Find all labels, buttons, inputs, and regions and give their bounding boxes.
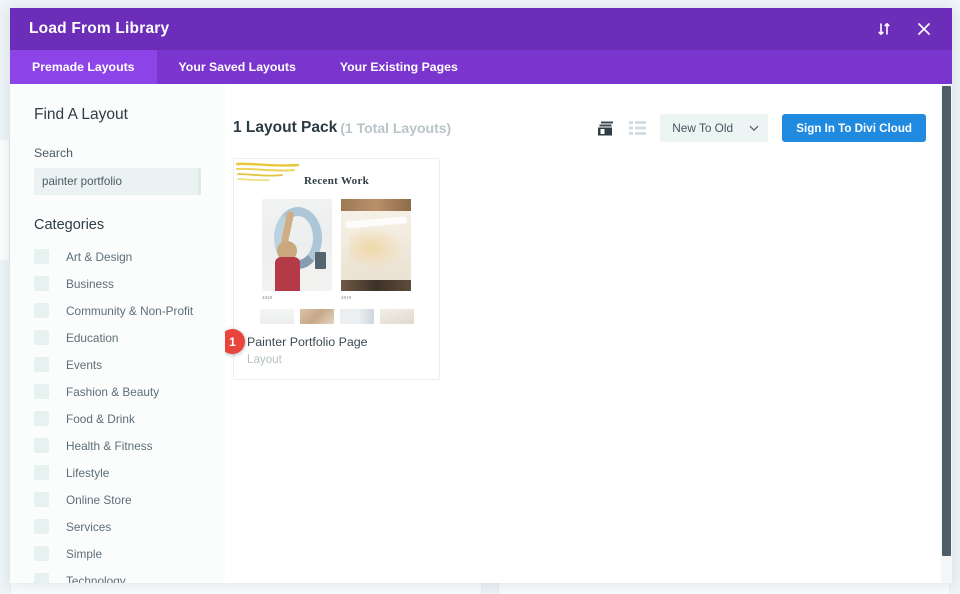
search-label: Search	[34, 146, 225, 160]
preview-artwork-row	[234, 199, 439, 291]
category-list: Art & Design Business Community & Non-Pr…	[24, 243, 225, 583]
sort-order-select[interactable]: New To Old	[660, 114, 768, 142]
preview-artwork-1	[262, 199, 332, 291]
brushstroke-decoration-icon	[236, 161, 302, 187]
category-item-food-drink[interactable]: Food & Drink	[24, 405, 225, 432]
background-page-strip	[0, 140, 10, 260]
category-item-art-design[interactable]: Art & Design	[24, 243, 225, 270]
categories-heading: Categories	[34, 217, 225, 233]
toolbar-right: New To Old Sign In To Divi Cloud	[598, 114, 926, 142]
layout-card-meta: Painter Portfolio Page Layout	[234, 324, 439, 379]
modal-title: Load From Library	[29, 20, 169, 38]
tab-premade-layouts[interactable]: Premade Layouts	[10, 50, 157, 84]
preview-mini-thumb-4	[380, 309, 414, 324]
category-label: Technology	[66, 574, 126, 584]
category-label: Education	[66, 331, 118, 345]
category-item-events[interactable]: Events	[24, 351, 225, 378]
layout-pack-count: 1 Layout Pack	[233, 119, 337, 137]
close-icon[interactable]	[914, 19, 934, 39]
scrollbar-thumb[interactable]	[942, 86, 951, 556]
preview-artwork-2	[341, 199, 411, 291]
preview-mini-thumb-3	[340, 309, 374, 324]
checkbox-icon[interactable]	[34, 276, 49, 291]
category-item-services[interactable]: Services	[24, 513, 225, 540]
category-label: Community & Non-Profit	[66, 304, 193, 318]
preview-year-2: 2019	[341, 295, 411, 300]
category-label: Health & Fitness	[66, 439, 153, 453]
checkbox-icon[interactable]	[34, 438, 49, 453]
chevron-down-icon	[749, 119, 759, 137]
layout-card-grid: 1 Recent Work	[225, 146, 952, 380]
preview-mini-thumb-1	[260, 309, 294, 324]
category-label: Art & Design	[66, 250, 132, 264]
checkbox-icon[interactable]	[34, 330, 49, 345]
category-label: Business	[66, 277, 114, 291]
list-view-icon[interactable]	[629, 121, 646, 135]
checkbox-icon[interactable]	[34, 384, 49, 399]
sort-order-value: New To Old	[672, 121, 733, 135]
preview-year-1: 2020	[262, 295, 332, 300]
layout-thumbnail: Recent Work	[234, 159, 439, 324]
category-label: Fashion & Beauty	[66, 385, 159, 399]
checkbox-icon[interactable]	[34, 546, 49, 561]
sidebar-title: Find A Layout	[34, 106, 225, 124]
category-label: Lifestyle	[66, 466, 109, 480]
sign-in-to-divi-cloud-button[interactable]: Sign In To Divi Cloud	[782, 114, 926, 142]
modal-header: Load From Library	[10, 8, 952, 50]
checkbox-icon[interactable]	[34, 249, 49, 264]
modal-body: Find A Layout Search + Filter Categories…	[10, 84, 952, 583]
background-panel-right	[498, 582, 950, 594]
search-field-wrapper: + Filter	[34, 168, 201, 195]
category-label: Online Store	[66, 493, 132, 507]
preview-thumbnail-row	[234, 309, 439, 324]
tab-your-saved-layouts[interactable]: Your Saved Layouts	[157, 50, 318, 84]
tab-bar: Premade Layouts Your Saved Layouts Your …	[10, 50, 952, 84]
category-item-education[interactable]: Education	[24, 324, 225, 351]
load-from-library-modal: Load From Library Premade Layouts Your S…	[10, 8, 952, 583]
category-item-business[interactable]: Business	[24, 270, 225, 297]
main-content: 1 Layout Pack (1 Total Layouts)	[225, 84, 952, 583]
search-input[interactable]	[34, 168, 198, 195]
scrollbar-track[interactable]	[941, 84, 952, 583]
background-panel-left	[10, 582, 482, 594]
filter-button[interactable]: + Filter	[198, 168, 201, 195]
results-toolbar: 1 Layout Pack (1 Total Layouts)	[225, 84, 952, 146]
category-item-technology[interactable]: Technology	[24, 567, 225, 583]
layout-card-title: Painter Portfolio Page	[247, 335, 426, 349]
sort-arrows-icon[interactable]	[874, 19, 894, 39]
checkbox-icon[interactable]	[34, 357, 49, 372]
category-label: Events	[66, 358, 102, 372]
preview-year-row: 2020 2019	[234, 295, 439, 300]
checkbox-icon[interactable]	[34, 303, 49, 318]
layout-card[interactable]: 1 Recent Work	[233, 158, 440, 380]
category-item-online-store[interactable]: Online Store	[24, 486, 225, 513]
checkbox-icon[interactable]	[34, 573, 49, 583]
grid-view-icon[interactable]	[598, 121, 615, 136]
checkbox-icon[interactable]	[34, 411, 49, 426]
checkbox-icon[interactable]	[34, 465, 49, 480]
category-item-health-fitness[interactable]: Health & Fitness	[24, 432, 225, 459]
category-label: Food & Drink	[66, 412, 135, 426]
category-item-fashion-beauty[interactable]: Fashion & Beauty	[24, 378, 225, 405]
checkbox-icon[interactable]	[34, 519, 49, 534]
checkbox-icon[interactable]	[34, 492, 49, 507]
category-label: Simple	[66, 547, 102, 561]
category-item-community-non-profit[interactable]: Community & Non-Profit	[24, 297, 225, 324]
header-actions	[874, 19, 934, 39]
sidebar: Find A Layout Search + Filter Categories…	[10, 84, 225, 583]
category-item-simple[interactable]: Simple	[24, 540, 225, 567]
preview-mini-thumb-2	[300, 309, 334, 324]
category-label: Services	[66, 520, 111, 534]
total-layouts-count: (1 Total Layouts)	[340, 120, 451, 136]
tab-your-existing-pages[interactable]: Your Existing Pages	[318, 50, 480, 84]
layout-card-subtitle: Layout	[247, 353, 426, 366]
category-item-lifestyle[interactable]: Lifestyle	[24, 459, 225, 486]
